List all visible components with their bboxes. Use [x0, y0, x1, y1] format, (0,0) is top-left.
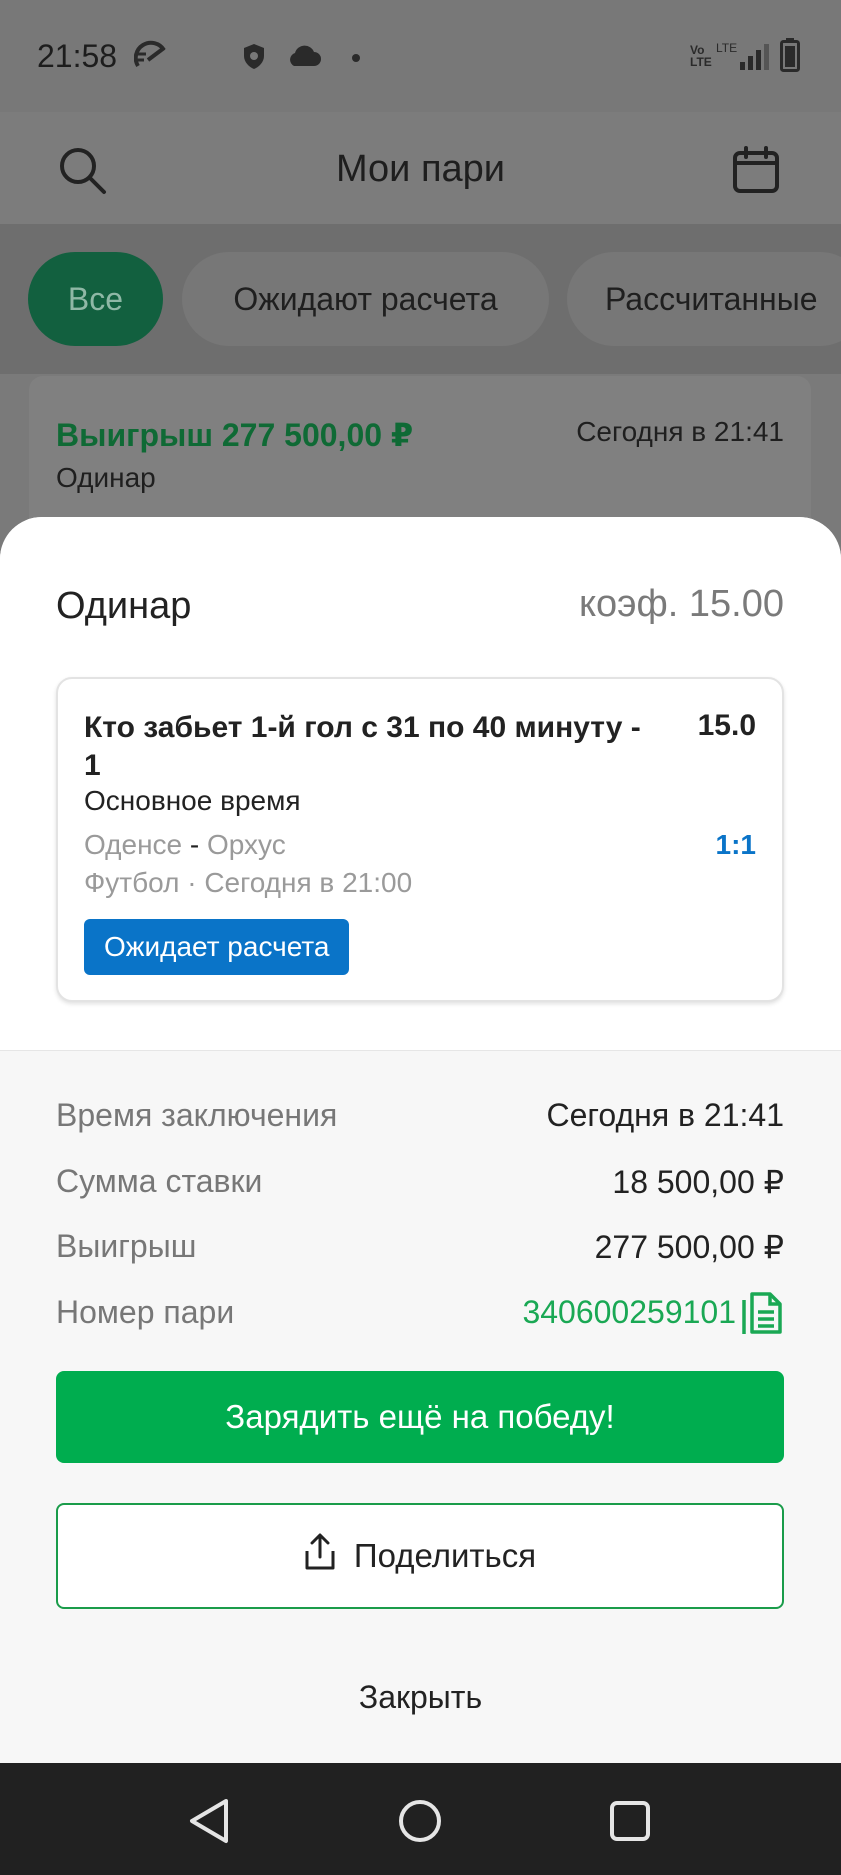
recents-icon[interactable]: [602, 1793, 658, 1849]
calendar-icon[interactable]: [732, 146, 780, 199]
detail-row-stake: Сумма ставки 18 500,00 ₽: [56, 1163, 784, 1203]
filter-bar: Все Ожидают расчета Рассчитанные: [0, 224, 841, 374]
close-button[interactable]: Закрыть: [0, 1679, 841, 1716]
bet-card-win: Выигрыш 277 500,00 ₽: [56, 417, 414, 453]
cloud-icon: [286, 44, 322, 73]
shield-phone-icon: [242, 42, 266, 75]
home-icon[interactable]: [392, 1793, 448, 1849]
back-icon[interactable]: [182, 1793, 238, 1849]
detail-row-bet-number: Номер пари 340600259101: [56, 1292, 784, 1334]
share-icon: [304, 1533, 336, 1579]
bet-again-button[interactable]: Зарядить ещё на победу!: [56, 1371, 784, 1463]
signal-icon: [740, 42, 770, 75]
share-label: Поделиться: [353, 1537, 537, 1574]
bet-number[interactable]: 340600259101: [522, 1294, 736, 1331]
status-time: 21:58: [37, 38, 118, 74]
filter-chip-pending[interactable]: Ожидают расчета: [182, 252, 549, 346]
event-teams: Оденсе - Орхус: [84, 829, 286, 861]
volte-icon: Vo LTE: [690, 43, 712, 69]
event-score: 1:1: [715, 829, 756, 860]
copy-icon[interactable]: [740, 1288, 784, 1336]
app-header: Мои пари: [0, 112, 841, 224]
battery-icon: [780, 38, 800, 77]
page-title: Мои пари: [335, 148, 506, 190]
event-sport-date: Футбол · Сегодня в 21:00: [84, 867, 413, 898]
event-coef: 15.0: [697, 709, 756, 742]
filter-chip-settled[interactable]: Рассчитанные: [567, 252, 841, 346]
bet-card-date: Сегодня в 21:41: [576, 416, 784, 447]
team-separator: -: [182, 829, 207, 860]
navigation-bar: [0, 1763, 841, 1875]
bet-coef: коэф. 15.00: [578, 583, 784, 625]
status-bar: 21:58 Vo LTE LTE: [0, 0, 841, 112]
filter-chip-all[interactable]: Все: [28, 252, 163, 346]
detail-value: Сегодня в 21:41: [546, 1097, 785, 1133]
speed-icon: [133, 40, 170, 77]
detail-value: 18 500,00 ₽: [612, 1164, 784, 1200]
detail-label: Время заключения: [56, 1097, 338, 1133]
event-period: Основное время: [84, 785, 301, 816]
team-away: Орхус: [207, 829, 286, 860]
bet-details-sheet: Одинар коэф. 15.00 Кто забьет 1-й гол с …: [0, 517, 841, 1763]
detail-value: 277 500,00 ₽: [594, 1229, 784, 1265]
detail-row-win: Выигрыш 277 500,00 ₽: [56, 1228, 784, 1268]
status-badge: Ожидает расчета: [84, 919, 350, 975]
detail-label: Номер пари: [56, 1294, 235, 1330]
detail-label: Сумма ставки: [56, 1163, 263, 1199]
event-title: Кто забьет 1-й гол с 31 по 40 минуту - 1: [84, 711, 641, 782]
bet-card-type: Одинар: [56, 462, 156, 493]
detail-label: Выигрыш: [56, 1228, 197, 1264]
dot-icon: [351, 50, 361, 68]
detail-row-time: Время заключения Сегодня в 21:41: [56, 1097, 784, 1137]
share-button[interactable]: Поделиться: [56, 1503, 784, 1609]
event-card: Кто забьет 1-й гол с 31 по 40 минуту - 1…: [56, 677, 784, 1002]
team-home: Оденсе: [84, 829, 183, 860]
bet-type: Одинар: [56, 585, 192, 627]
sheet-header-section: Одинар коэф. 15.00 Кто забьет 1-й гол с …: [0, 517, 841, 1051]
lte-icon: LTE: [716, 41, 738, 55]
